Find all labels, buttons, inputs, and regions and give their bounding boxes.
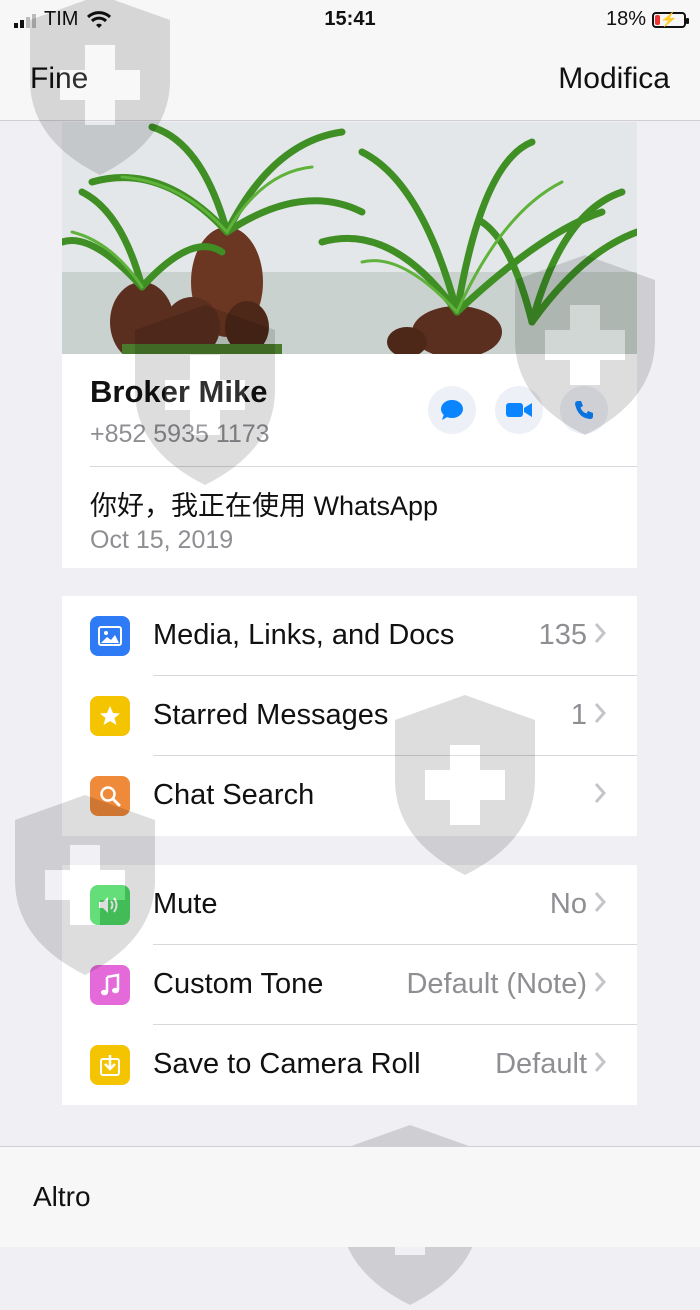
done-button[interactable]: Fine xyxy=(30,62,88,96)
profile-card: Broker Mike +852 5935 1173 你好，我正在使用 What… xyxy=(62,354,637,568)
media-count: 135 xyxy=(538,619,587,651)
chevron-right-icon xyxy=(594,783,607,803)
row-label: Starred Messages xyxy=(153,699,389,731)
palm-plants-image xyxy=(62,122,637,354)
voice-call-button[interactable] xyxy=(560,386,608,434)
star-icon xyxy=(90,696,130,736)
tone-value: Default (Note) xyxy=(406,968,587,1000)
custom-tone-row[interactable]: Custom Tone Default (Note) xyxy=(62,945,637,1025)
status-bar: TIM 15:41 18% ⚡ xyxy=(0,0,700,40)
speaker-icon xyxy=(90,885,130,925)
video-camera-icon xyxy=(506,403,532,417)
mute-row[interactable]: Mute No xyxy=(62,865,637,945)
battery-icon: ⚡ xyxy=(652,11,689,28)
nav-bar: Fine Modifica xyxy=(0,40,700,121)
contact-phone: +852 5935 1173 xyxy=(90,420,270,448)
chevron-right-icon xyxy=(594,972,607,992)
music-note-icon xyxy=(90,965,130,1005)
battery-info: 18% ⚡ xyxy=(605,8,689,31)
more-button[interactable]: Altro xyxy=(33,1181,91,1213)
download-icon xyxy=(90,1045,130,1085)
contact-name: Broker Mike xyxy=(90,374,268,409)
message-button[interactable] xyxy=(428,386,476,434)
profile-photo[interactable] xyxy=(62,122,637,354)
chevron-right-icon xyxy=(594,892,607,912)
chat-options-group: Media, Links, and Docs 135 Starred Messa… xyxy=(62,596,637,836)
media-links-docs-row[interactable]: Media, Links, and Docs 135 xyxy=(62,596,637,676)
starred-count: 1 xyxy=(570,699,587,731)
video-call-button[interactable] xyxy=(495,386,543,434)
battery-percent: 18% xyxy=(605,8,646,30)
chat-search-row[interactable]: Chat Search xyxy=(62,756,637,836)
bottom-toolbar: Altro xyxy=(0,1146,700,1247)
save-to-camera-roll-row[interactable]: Save to Camera Roll Default xyxy=(62,1025,637,1105)
chevron-right-icon xyxy=(594,623,607,643)
photo-icon xyxy=(90,616,130,656)
starred-messages-row[interactable]: Starred Messages 1 xyxy=(62,676,637,756)
row-label: Save to Camera Roll xyxy=(153,1048,421,1080)
about-text: 你好，我正在使用 WhatsApp xyxy=(90,491,439,521)
row-label: Media, Links, and Docs xyxy=(153,619,455,651)
status-time: 15:41 xyxy=(324,8,376,30)
chevron-right-icon xyxy=(594,703,607,723)
edit-button[interactable]: Modifica xyxy=(558,62,670,96)
mute-value: No xyxy=(549,888,587,920)
search-icon xyxy=(90,776,130,816)
camera-roll-value: Default xyxy=(495,1048,587,1080)
chevron-right-icon xyxy=(594,1052,607,1072)
row-label: Custom Tone xyxy=(153,968,324,1000)
notification-options-group: Mute No Custom Tone Default (Note) Save … xyxy=(62,865,637,1105)
chat-bubble-icon xyxy=(441,400,463,420)
profile-divider xyxy=(90,466,637,467)
about-date: Oct 15, 2019 xyxy=(90,526,234,554)
row-label: Mute xyxy=(153,888,218,920)
phone-icon xyxy=(575,401,593,419)
row-label: Chat Search xyxy=(153,779,315,811)
